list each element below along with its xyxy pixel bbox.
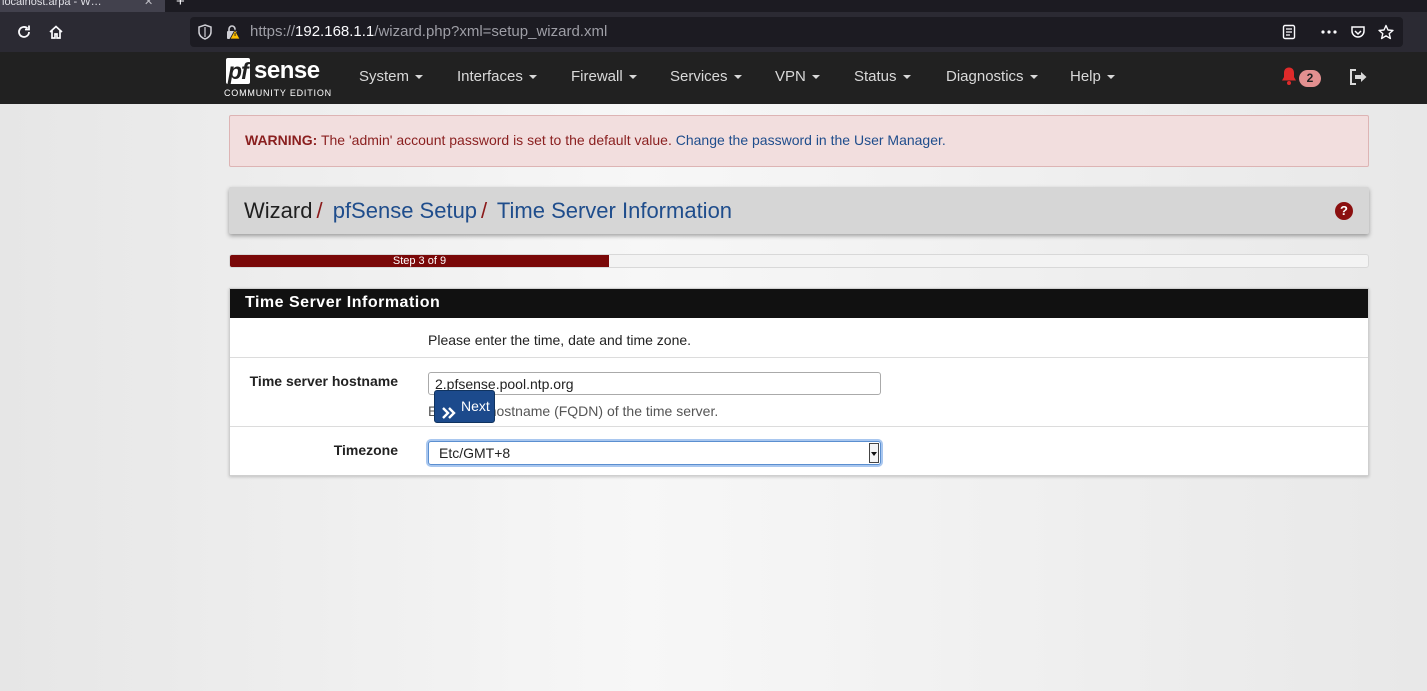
menu-status[interactable]: Status xyxy=(854,68,911,86)
reload-icon[interactable] xyxy=(12,20,36,44)
page-content: WARNING: The 'admin' account password is… xyxy=(0,104,1427,691)
double-chevron-right-icon xyxy=(441,400,457,419)
breadcrumb-separator: / xyxy=(481,198,488,223)
help-icon[interactable]: ? xyxy=(1335,202,1353,220)
menu-system[interactable]: System xyxy=(359,68,424,86)
timezone-value: Etc/GMT+8 xyxy=(439,445,511,461)
caret-down-icon xyxy=(733,75,742,80)
breadcrumb: Wizard / pfSense Setup / Time Server Infor… xyxy=(229,187,1369,234)
menu-system-label: System xyxy=(359,68,410,85)
menu-help-label: Help xyxy=(1070,68,1101,85)
warning-alert: WARNING: The 'admin' account password is… xyxy=(229,115,1369,167)
notification-bell-icon[interactable] xyxy=(1280,66,1300,88)
tab-strip: localhost.arpa - W… ✕ + xyxy=(0,0,1427,12)
caret-down-icon xyxy=(415,75,424,80)
caret-down-icon xyxy=(902,75,911,80)
url-path: /wizard.php?xml=setup_wizard.xml xyxy=(374,23,608,40)
tab-title: localhost.arpa - W… xyxy=(2,0,102,8)
intro-row: Please enter the time, date and time zon… xyxy=(230,318,1368,358)
breadcrumb-time-server[interactable]: Time Server Information xyxy=(497,198,732,223)
breadcrumb-pfsense-setup[interactable]: pfSense Setup xyxy=(333,198,477,223)
menu-firewall-label: Firewall xyxy=(571,68,623,85)
menu-services-label: Services xyxy=(670,68,728,85)
shield-icon[interactable] xyxy=(196,23,214,41)
menu-services[interactable]: Services xyxy=(670,68,742,86)
next-button[interactable]: Next xyxy=(434,390,495,423)
timezone-label: Timezone xyxy=(333,442,398,458)
logo-edition: COMMUNITY EDITION xyxy=(224,88,332,98)
logout-icon[interactable] xyxy=(1348,68,1370,88)
menu-firewall[interactable]: Firewall xyxy=(571,68,637,86)
bookmark-star-icon[interactable] xyxy=(1376,23,1396,41)
logo-sense: sense xyxy=(254,57,320,84)
hostname-label: Time server hostname xyxy=(249,373,398,389)
pocket-icon[interactable] xyxy=(1348,23,1368,41)
url-bar[interactable]: https://192.168.1.1/wizard.php?xml=setup… xyxy=(190,17,1403,47)
pfsense-navbar: pf sense COMMUNITY EDITION System Interf… xyxy=(0,52,1427,104)
menu-diagnostics-label: Diagnostics xyxy=(946,68,1024,85)
timezone-row: Timezone Etc/GMT+8 xyxy=(230,427,1368,475)
caret-down-icon xyxy=(528,75,537,80)
timezone-select[interactable]: Etc/GMT+8 xyxy=(428,441,881,465)
breadcrumb-separator: / xyxy=(316,198,323,223)
breadcrumb-root: Wizard xyxy=(244,198,313,223)
change-password-link[interactable]: Change the password in the User Manager. xyxy=(676,132,946,148)
alert-label: WARNING: xyxy=(245,132,318,148)
dropdown-arrow-icon[interactable] xyxy=(869,443,879,463)
next-label: Next xyxy=(461,398,490,414)
caret-down-icon xyxy=(628,75,637,80)
menu-vpn[interactable]: VPN xyxy=(775,68,820,86)
caret-down-icon xyxy=(1029,75,1038,80)
insecure-lock-icon[interactable] xyxy=(224,23,242,41)
browser-toolbar: https://192.168.1.1/wizard.php?xml=setup… xyxy=(0,12,1427,52)
reader-view-icon[interactable] xyxy=(1279,23,1299,41)
time-server-hostname-input[interactable] xyxy=(428,372,881,395)
progress-fill: Step 3 of 9 xyxy=(230,255,609,267)
menu-help[interactable]: Help xyxy=(1070,68,1115,86)
notification-count-badge[interactable]: 2 xyxy=(1299,70,1321,87)
panel-title: Time Server Information xyxy=(230,289,1368,318)
menu-diagnostics[interactable]: Diagnostics xyxy=(946,68,1038,86)
intro-text: Please enter the time, date and time zon… xyxy=(428,332,692,348)
hostname-row: Time server hostname Enter the hostname … xyxy=(230,358,1368,427)
menu-interfaces[interactable]: Interfaces xyxy=(457,68,537,86)
wizard-progress-bar: Step 3 of 9 xyxy=(229,254,1369,268)
tab-close-icon[interactable]: ✕ xyxy=(144,0,153,11)
browser-tab[interactable]: localhost.arpa - W… ✕ xyxy=(0,0,165,12)
menu-interfaces-label: Interfaces xyxy=(457,68,523,85)
caret-down-icon xyxy=(811,75,820,80)
logo-pf: pf xyxy=(226,58,250,84)
more-actions-icon[interactable] xyxy=(1319,23,1339,41)
pfsense-logo[interactable]: pf sense COMMUNITY EDITION xyxy=(224,58,334,100)
caret-down-icon xyxy=(1106,75,1115,80)
new-tab-icon[interactable]: + xyxy=(176,0,185,11)
url-host: 192.168.1.1 xyxy=(295,23,375,40)
menu-vpn-label: VPN xyxy=(775,68,806,85)
menu-status-label: Status xyxy=(854,68,897,85)
url-text[interactable]: https://192.168.1.1/wizard.php?xml=setup… xyxy=(250,23,607,41)
home-icon[interactable] xyxy=(44,20,68,44)
url-prefix: https:// xyxy=(250,23,296,40)
alert-text: The 'admin' account password is set to t… xyxy=(317,132,676,148)
time-server-panel: Time Server Information Please enter the… xyxy=(229,288,1369,476)
